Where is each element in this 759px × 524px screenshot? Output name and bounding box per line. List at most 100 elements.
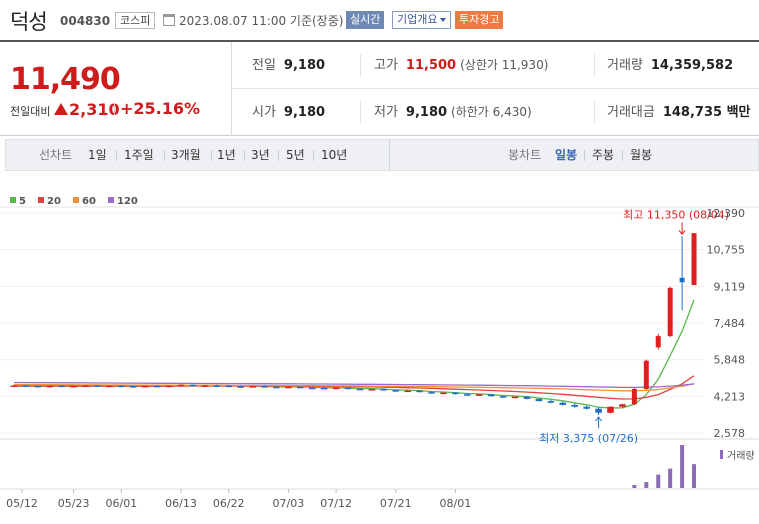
x-tick-label: 06/01 bbox=[105, 497, 137, 510]
period-1y[interactable]: 1년 bbox=[217, 140, 236, 170]
divider bbox=[594, 54, 595, 76]
candle-body bbox=[475, 394, 483, 396]
candle-body bbox=[547, 401, 555, 403]
candle-body bbox=[356, 388, 364, 391]
investment-warning-badge[interactable]: 투자경고 bbox=[455, 11, 504, 29]
period-1d[interactable]: 1일 bbox=[88, 140, 107, 170]
candle-body bbox=[571, 404, 579, 407]
candle-body bbox=[201, 385, 209, 387]
open-value: 9,180 bbox=[283, 105, 326, 120]
candle-body bbox=[308, 387, 316, 390]
candle-chart-label[interactable]: 봉차트 bbox=[508, 140, 541, 170]
candle-body bbox=[452, 392, 459, 395]
period-5y[interactable]: 5년 bbox=[286, 140, 305, 170]
lower-limit: (하한가 6,430) bbox=[451, 105, 532, 119]
x-tick-label: 07/12 bbox=[320, 497, 352, 510]
candle-body bbox=[58, 385, 65, 388]
candle-body bbox=[22, 385, 30, 387]
company-overview-button[interactable]: 기업개요 bbox=[392, 11, 452, 29]
x-tick-label: 05/12 bbox=[6, 497, 38, 510]
candle-body bbox=[440, 392, 447, 395]
moving-average-lines bbox=[13, 299, 695, 409]
legend-swatch bbox=[10, 197, 16, 203]
candle-body bbox=[607, 406, 614, 413]
period-1w[interactable]: 1주일 bbox=[124, 140, 154, 170]
quote-timestamp: 2023.08.07 11:00 기준(장중) bbox=[179, 14, 344, 28]
candle-body bbox=[106, 385, 113, 388]
stock-code: 004830 bbox=[60, 14, 111, 28]
ma5-line bbox=[13, 299, 695, 409]
stock-chart[interactable]: 5 20 60 120 최고 11,350 (08/04)최저 3,375 (07/2… bbox=[0, 190, 759, 524]
chart-period-bar: 선차트 1일 1주일 3개월 1년 3년 5년 10년 봉차트 일봉 주봉 월봉 bbox=[5, 139, 759, 171]
line-chart-label[interactable]: 선차트 bbox=[39, 140, 72, 170]
y-tick-label: 9,119 bbox=[714, 280, 746, 293]
legend-swatch bbox=[108, 197, 114, 203]
candle-body bbox=[273, 386, 280, 389]
stat-row: 전일 9,180 고가 11,500 (상한가 11,930) 거래량 14,359,5… bbox=[232, 42, 759, 89]
open-cell: 시가 9,180 bbox=[252, 89, 372, 136]
candle-body bbox=[344, 387, 352, 390]
low-label: 저가 bbox=[374, 105, 398, 120]
company-overview-label: 기업개요 bbox=[397, 13, 438, 26]
candle-daily[interactable]: 일봉 bbox=[555, 140, 577, 170]
volume-bar bbox=[680, 445, 685, 488]
high-cell: 고가 11,500 (상한가 11,930) bbox=[374, 42, 594, 89]
divider bbox=[244, 150, 245, 161]
up-triangle-icon bbox=[54, 103, 68, 115]
candle-body bbox=[368, 389, 376, 391]
market-badge: 코스피 bbox=[115, 12, 156, 29]
volume-series: 거래량 bbox=[632, 445, 755, 488]
y-tick-label: 5,848 bbox=[714, 354, 746, 367]
candle-body bbox=[225, 385, 233, 388]
volume-cell: 거래량 14,359,582 bbox=[607, 42, 759, 89]
candle-body bbox=[619, 404, 626, 407]
divider bbox=[389, 140, 390, 170]
realtime-button[interactable]: 실시간 bbox=[346, 11, 385, 29]
chart-legend: 5 20 60 120 bbox=[10, 196, 138, 207]
stat-grid: 전일 9,180 고가 11,500 (상한가 11,930) 거래량 14,359,5… bbox=[232, 42, 759, 136]
candle-body bbox=[34, 385, 42, 388]
x-tick-label: 07/03 bbox=[273, 497, 305, 510]
divider bbox=[278, 150, 279, 161]
period-3m[interactable]: 3개월 bbox=[171, 140, 201, 170]
volume-bar bbox=[656, 474, 661, 488]
current-price: 11,490 bbox=[10, 62, 121, 97]
candle-body bbox=[141, 385, 149, 388]
candle-body bbox=[177, 384, 185, 387]
candle-body bbox=[285, 386, 292, 389]
volume-label: 거래량 bbox=[727, 450, 755, 462]
divider bbox=[164, 150, 165, 161]
low-cell: 저가 9,180 (하한가 6,430) bbox=[374, 89, 594, 136]
candle-body bbox=[631, 389, 637, 405]
candle-body bbox=[213, 385, 221, 387]
candle-body bbox=[535, 398, 543, 402]
candle-monthly[interactable]: 월봉 bbox=[630, 140, 652, 170]
title-row: 덕성 004830 코스피 2023.08.07 11:00 기준(장중) 실시… bbox=[0, 0, 759, 40]
candle-body bbox=[261, 386, 268, 388]
candle-body bbox=[380, 389, 388, 391]
candle-body bbox=[165, 385, 173, 388]
price-change-value: 2,310 bbox=[69, 100, 120, 119]
candle-body bbox=[320, 387, 328, 390]
candle-body bbox=[249, 386, 256, 388]
legend-label: 60 bbox=[82, 196, 96, 207]
candle-body bbox=[129, 386, 137, 388]
candle-body bbox=[559, 402, 567, 405]
price-summary: 11,490 전일대비 2,310 +25.16% 전일 9,180 고가 11,5… bbox=[0, 40, 759, 136]
divider bbox=[594, 101, 595, 123]
candle-body bbox=[189, 384, 197, 387]
high-label: 고가 bbox=[374, 58, 398, 73]
candle-body bbox=[691, 233, 697, 285]
chevron-down-icon bbox=[440, 18, 447, 22]
period-3y[interactable]: 3년 bbox=[251, 140, 270, 170]
volume-bar bbox=[692, 464, 697, 488]
stat-row: 시가 9,180 저가 9,180 (하한가 6,430) 거래대금 148,735 백… bbox=[232, 89, 759, 136]
divider bbox=[114, 103, 115, 115]
y-tick-label: 12,390 bbox=[707, 207, 746, 220]
candle-weekly[interactable]: 주봉 bbox=[592, 140, 614, 170]
legend-label: 120 bbox=[117, 196, 138, 207]
divider bbox=[313, 150, 314, 161]
prev-close-cell: 전일 9,180 bbox=[252, 42, 372, 89]
period-10y[interactable]: 10년 bbox=[321, 140, 347, 170]
y-tick-label: 10,755 bbox=[707, 244, 746, 257]
